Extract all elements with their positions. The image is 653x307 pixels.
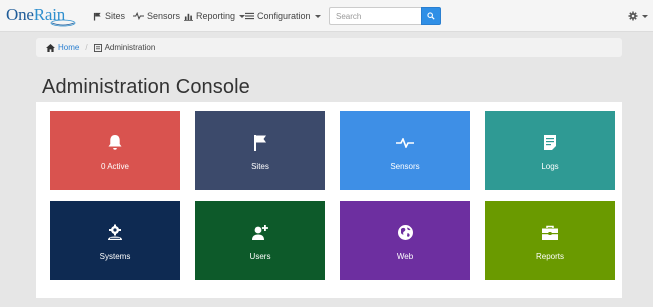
nav-sensors[interactable]: Sensors [133, 0, 180, 32]
tile-sensors[interactable]: Sensors [340, 111, 470, 190]
search-button[interactable] [421, 7, 441, 25]
nav-sensors-label: Sensors [147, 11, 181, 21]
gear-icon [628, 11, 638, 21]
pulse-icon [133, 12, 144, 20]
nav-configuration-label: Configuration [257, 11, 311, 21]
pulse-icon [396, 133, 414, 153]
nav-reporting-label: Reporting [196, 11, 236, 21]
tile-users-label: Users [249, 251, 271, 261]
tile-web-label: Web [396, 251, 414, 261]
nav-sites-label: Sites [105, 11, 126, 21]
list-icon [245, 12, 254, 20]
tile-systems[interactable]: Systems [50, 201, 180, 280]
breadcrumb-current-label: Administration [104, 43, 156, 52]
add-user-icon [251, 223, 269, 243]
breadcrumb-home[interactable]: Home [46, 43, 79, 52]
breadcrumb: Home / Administration [36, 38, 622, 57]
top-navbar: OneRain Sites Sensors Reporting Configur… [0, 0, 653, 32]
chevron-down-icon [642, 14, 648, 18]
tile-alarms[interactable]: 0 Active [50, 111, 180, 190]
admin-icon [93, 43, 102, 52]
nav-configuration[interactable]: Configuration [245, 0, 321, 32]
settings-menu[interactable] [628, 9, 648, 23]
tile-systems-label: Systems [99, 251, 131, 261]
tile-web[interactable]: Web [340, 201, 470, 280]
admin-tiles-panel: 0 Active Sites Sensors Logs Systems User… [36, 102, 622, 298]
breadcrumb-home-label: Home [58, 43, 80, 52]
search-input[interactable] [329, 7, 421, 25]
page-title: Administration Console [42, 76, 250, 98]
chevron-down-icon [314, 14, 321, 18]
flag-icon [252, 133, 268, 153]
nav-reporting[interactable]: Reporting [184, 0, 246, 32]
tile-alarms-label: 0 Active [100, 161, 129, 171]
flag-icon [93, 12, 102, 21]
logo-swoosh-icon [50, 19, 76, 27]
search-icon [427, 12, 435, 20]
tile-sites[interactable]: Sites [195, 111, 325, 190]
briefcase-icon [541, 223, 559, 243]
tile-logs[interactable]: Logs [485, 111, 615, 190]
home-icon [46, 43, 55, 52]
chart-icon [184, 12, 193, 21]
tile-reports[interactable]: Reports [485, 201, 615, 280]
document-icon [543, 133, 557, 153]
tile-sites-label: Sites [251, 161, 269, 171]
tile-logs-label: Logs [541, 161, 559, 171]
tile-users[interactable]: Users [195, 201, 325, 280]
bell-icon [107, 133, 123, 153]
breadcrumb-separator: / [85, 43, 88, 52]
cog-user-icon [106, 223, 124, 243]
tile-reports-label: Reports [535, 251, 564, 261]
breadcrumb-current: Administration [93, 43, 156, 52]
globe-icon [397, 223, 414, 243]
tile-sensors-label: Sensors [390, 161, 420, 171]
nav-sites[interactable]: Sites [93, 0, 125, 32]
